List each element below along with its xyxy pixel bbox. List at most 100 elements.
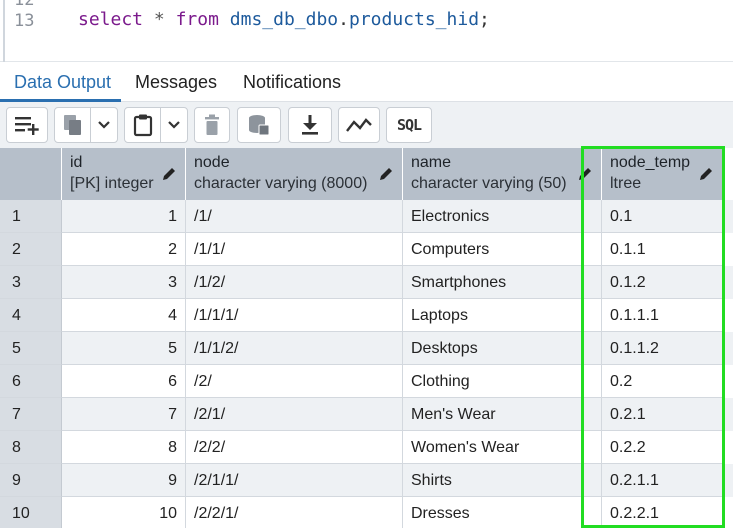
cell-node[interactable]: /1/1/	[186, 233, 403, 266]
table-row[interactable]: 6 6/2/Clothing 0.2	[0, 365, 733, 398]
cell-node[interactable]: /1/2/	[186, 266, 403, 299]
tab-data-output[interactable]: Data Output	[14, 72, 111, 93]
cell-node-temp[interactable]: 0.1.1.2	[602, 332, 723, 365]
graph-icon	[346, 118, 372, 132]
graph-visualiser-button[interactable]	[338, 107, 380, 143]
cell-node[interactable]: /2/2/1/	[186, 497, 403, 528]
column-type: character varying (8000)	[194, 175, 368, 192]
add-row-icon	[15, 117, 39, 135]
column-header-id[interactable]: id [PK] integer	[62, 148, 186, 200]
tab-notifications[interactable]: Notifications	[243, 72, 341, 93]
keyword-select: select	[78, 9, 144, 30]
row-number[interactable]: 4	[0, 299, 62, 332]
cell-name[interactable]: Shirts	[403, 464, 602, 497]
download-icon	[302, 115, 318, 135]
column-type: [PK] integer	[70, 175, 154, 192]
column-header-node[interactable]: node character varying (8000)	[186, 148, 403, 200]
edit-pencil-icon[interactable]	[577, 166, 593, 187]
edit-pencil-icon[interactable]	[161, 166, 177, 187]
table-row[interactable]: 1 1/1/Electronics 0.1	[0, 200, 733, 233]
cell-node-temp[interactable]: 0.1	[602, 200, 723, 233]
row-number[interactable]: 7	[0, 398, 62, 431]
data-grid: id [PK] integer node character varying (…	[0, 148, 733, 528]
table-row[interactable]: 7 7/2/1/Men's Wear 0.2.1	[0, 398, 733, 431]
row-number[interactable]: 3	[0, 266, 62, 299]
star-operator: *	[153, 9, 165, 30]
cell-node[interactable]: /2/2/	[186, 431, 403, 464]
table-row[interactable]: 4 4/1/1/1/Laptops 0.1.1.1	[0, 299, 733, 332]
cell-node[interactable]: /1/1/1/	[186, 299, 403, 332]
dot: .	[338, 9, 349, 30]
cell-name[interactable]: Women's Wear	[403, 431, 602, 464]
cell-name[interactable]: Laptops	[403, 299, 602, 332]
save-data-icon	[249, 115, 270, 136]
table-row[interactable]: 5 5/1/1/2/Desktops 0.1.1.2	[0, 332, 733, 365]
cell-id[interactable]: 3	[62, 266, 186, 299]
delete-button[interactable]	[194, 107, 230, 143]
cell-id[interactable]: 7	[62, 398, 186, 431]
cell-node-temp[interactable]: 0.2.2	[602, 431, 723, 464]
row-number[interactable]: 5	[0, 332, 62, 365]
table-row[interactable]: 3 3/1/2/Smartphones 0.1.2	[0, 266, 733, 299]
cell-name[interactable]: Smartphones	[403, 266, 602, 299]
row-number[interactable]: 6	[0, 365, 62, 398]
edit-pencil-icon[interactable]	[698, 166, 714, 187]
cell-id[interactable]: 6	[62, 365, 186, 398]
line-number-prev: 12	[14, 0, 35, 10]
cell-id[interactable]: 9	[62, 464, 186, 497]
cell-node-temp[interactable]: 0.2.2.1	[602, 497, 723, 528]
cell-name[interactable]: Electronics	[403, 200, 602, 233]
row-number[interactable]: 9	[0, 464, 62, 497]
chevron-down-icon	[98, 121, 110, 129]
sql-button[interactable]: SQL	[386, 107, 432, 143]
table-row[interactable]: 9 9/2/1/1/Shirts 0.2.1.1	[0, 464, 733, 497]
paste-options-button[interactable]	[161, 108, 187, 142]
column-header-name[interactable]: name character varying (50)	[403, 148, 602, 200]
cell-id[interactable]: 4	[62, 299, 186, 332]
add-row-button[interactable]	[6, 107, 48, 143]
table-row[interactable]: 2 2/1/1/Computers 0.1.1	[0, 233, 733, 266]
cell-node[interactable]: /2/1/	[186, 398, 403, 431]
grid-corner-header[interactable]	[0, 148, 62, 200]
cell-id[interactable]: 5	[62, 332, 186, 365]
cell-name[interactable]: Dresses	[403, 497, 602, 528]
cell-name[interactable]: Men's Wear	[403, 398, 602, 431]
cell-node[interactable]: /1/	[186, 200, 403, 233]
table-row[interactable]: 8 8/2/2/Women's Wear 0.2.2	[0, 431, 733, 464]
cell-node[interactable]: /2/	[186, 365, 403, 398]
cell-node[interactable]: /1/1/2/	[186, 332, 403, 365]
tab-messages[interactable]: Messages	[135, 72, 217, 93]
edit-pencil-icon[interactable]	[378, 166, 394, 187]
download-button[interactable]	[288, 107, 332, 143]
table-row[interactable]: 10 10/2/2/1/Dresses 0.2.2.1	[0, 497, 733, 528]
cell-id[interactable]: 1	[62, 200, 186, 233]
cell-node-temp[interactable]: 0.1.2	[602, 266, 723, 299]
line-number: 13	[14, 11, 35, 31]
copy-button[interactable]	[55, 108, 91, 142]
cell-name[interactable]: Computers	[403, 233, 602, 266]
paste-button-group	[124, 107, 188, 143]
cell-name[interactable]: Clothing	[403, 365, 602, 398]
cell-node-temp[interactable]: 0.1.1	[602, 233, 723, 266]
copy-options-button[interactable]	[91, 108, 117, 142]
save-data-button[interactable]	[237, 107, 281, 143]
cell-node-temp[interactable]: 0.2.1	[602, 398, 723, 431]
cell-id[interactable]: 2	[62, 233, 186, 266]
row-number[interactable]: 2	[0, 233, 62, 266]
cell-node-temp[interactable]: 0.1.1.1	[602, 299, 723, 332]
cell-id[interactable]: 8	[62, 431, 186, 464]
column-header-node-temp[interactable]: node_temp ltree	[602, 148, 723, 200]
row-number[interactable]: 10	[0, 497, 62, 528]
row-number[interactable]: 1	[0, 200, 62, 233]
cell-id[interactable]: 10	[62, 497, 186, 528]
sql-code-line[interactable]: select * from dms_db_dbo.products_hid;	[78, 9, 490, 30]
cell-node-temp[interactable]: 0.2.1.1	[602, 464, 723, 497]
copy-button-group	[54, 107, 118, 143]
sql-editor[interactable]: 12 13 select * from dms_db_dbo.products_…	[0, 0, 733, 62]
row-number[interactable]: 8	[0, 431, 62, 464]
sql-icon: SQL	[396, 116, 422, 134]
paste-button[interactable]	[125, 108, 161, 142]
cell-node-temp[interactable]: 0.2	[602, 365, 723, 398]
cell-node[interactable]: /2/1/1/	[186, 464, 403, 497]
cell-name[interactable]: Desktops	[403, 332, 602, 365]
